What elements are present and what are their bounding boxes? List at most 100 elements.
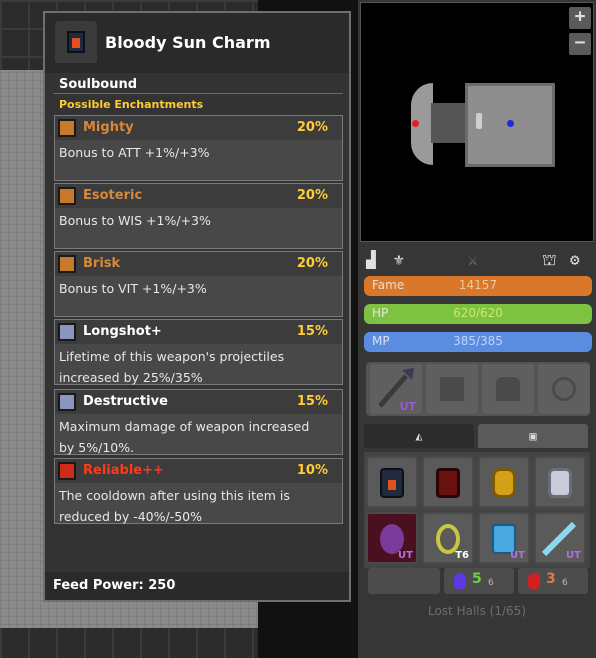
vault-icon[interactable]: ⛫ — [542, 250, 557, 271]
gold-relic-icon — [492, 468, 516, 498]
enchantment-mighty: Mighty 20% Bonus to ATT +1%/+3% — [54, 115, 343, 181]
ability-slot[interactable] — [426, 364, 478, 414]
tooltip-header: Bloody Sun Charm — [45, 13, 349, 73]
tier-tag: UT — [566, 550, 581, 561]
blue-rune-icon — [58, 393, 76, 411]
armor-placeholder-icon — [496, 377, 520, 401]
mana-potion-max: 6 — [488, 578, 494, 588]
inventory-slot-7[interactable]: UT — [478, 512, 530, 564]
inventory-tabs: ◭ ▣ — [364, 424, 590, 450]
enchantment-name: Esoteric — [83, 188, 143, 203]
inventory-slot-4[interactable] — [534, 456, 586, 508]
enchantment-reliable: Reliable++ 10% The cooldown after using … — [54, 458, 343, 524]
enchantment-desc: The cooldown after using this item is — [59, 488, 290, 503]
feed-power: Feed Power: 250 — [45, 572, 349, 600]
enchantment-desc: by 5%/10%. — [59, 440, 135, 455]
backpack-icon: ◭ — [415, 429, 423, 443]
ring-placeholder-icon — [552, 377, 576, 401]
inventory-grid: UT T6 UT UT — [364, 452, 590, 568]
enchantment-desc: Bonus to VIT +1%/+3% — [59, 281, 207, 296]
player-marker — [507, 120, 514, 127]
possible-enchantments-label: Possible Enchantments — [59, 98, 204, 111]
tier-tag: UT — [398, 550, 413, 561]
minimap-corridor — [431, 103, 469, 143]
inventory-slot-5[interactable]: UT — [366, 512, 418, 564]
inventory-slot-1[interactable] — [366, 456, 418, 508]
stats-icon[interactable]: ▟ — [366, 250, 376, 269]
minimap[interactable]: + − — [360, 2, 594, 242]
enchantment-brisk: Brisk 20% Bonus to VIT +1%/+3% — [54, 251, 343, 317]
mp-bar: MP 385/385 — [364, 332, 592, 352]
charm-item-icon — [380, 468, 404, 498]
ring-slot[interactable] — [538, 364, 590, 414]
tab-inventory[interactable]: ◭ — [364, 424, 474, 448]
inventory-slot-3[interactable] — [478, 456, 530, 508]
mp-value: 385/385 — [453, 334, 503, 348]
location-label: Lost Halls (1/65) — [427, 604, 526, 618]
portal-marker — [476, 113, 482, 129]
weapon-tier-tag: UT — [399, 400, 416, 413]
divider — [53, 93, 343, 94]
enchantment-chance: 20% — [296, 188, 328, 203]
chest-icon: ▣ — [529, 429, 537, 443]
tab-backpack[interactable]: ▣ — [478, 424, 588, 448]
hp-bar: HP 620/620 — [364, 304, 592, 324]
enchantment-chance: 20% — [296, 256, 328, 271]
weapon-slot[interactable]: UT — [370, 364, 422, 414]
tier-tag: UT — [510, 550, 525, 561]
enchantment-name: Mighty — [83, 120, 134, 135]
hp-value: 620/620 — [453, 306, 503, 320]
enchantment-chance: 20% — [296, 120, 328, 135]
health-potion-slot[interactable]: 3 6 — [518, 568, 588, 594]
enchantment-name: Reliable++ — [83, 463, 164, 478]
feed-power-label: Feed Power: 250 — [53, 578, 176, 593]
zoom-out-button[interactable]: − — [569, 33, 591, 55]
item-title: Bloody Sun Charm — [105, 33, 271, 52]
orange-rune-icon — [58, 255, 76, 273]
silver-vial-icon — [548, 468, 572, 498]
settings-gear-icon[interactable]: ⚙ — [570, 250, 580, 269]
mana-potion-count: 5 — [472, 571, 482, 587]
orange-rune-icon — [58, 187, 76, 205]
toolbar: ▟ ⚜ ⚔ ⛫ ⚙ — [358, 246, 596, 272]
enchantment-desc: reduced by -40%/-50% — [59, 509, 202, 524]
enchantment-chance: 10% — [296, 463, 328, 478]
potion-bar: 5 6 3 6 — [368, 568, 588, 594]
enchantment-destructive: Destructive 15% Maximum damage of weapon… — [54, 389, 343, 455]
guild-icon[interactable]: ⚜ — [394, 250, 404, 269]
enchantment-longshot: Longshot+ 15% Lifetime of this weapon's … — [54, 319, 343, 385]
blue-potion-icon — [454, 573, 466, 589]
tier-tag: T6 — [455, 550, 469, 561]
inventory-slot-8[interactable]: UT — [534, 512, 586, 564]
enchantment-desc: Bonus to WIS +1%/+3% — [59, 213, 211, 228]
fame-bar: Fame 14157 — [364, 276, 592, 296]
inventory-slot-6[interactable]: T6 — [422, 512, 474, 564]
enemy-marker — [412, 120, 419, 127]
mana-potion-slot[interactable]: 5 6 — [444, 568, 514, 594]
orange-rune-icon — [58, 119, 76, 137]
blue-rune-icon — [58, 323, 76, 341]
enchantment-name: Destructive — [83, 394, 168, 409]
sword-icon[interactable]: ⚔ — [468, 250, 478, 269]
equipment-bar: UT — [366, 362, 590, 416]
armor-slot[interactable] — [482, 364, 534, 414]
ability-placeholder-icon — [440, 377, 464, 401]
side-panel: + − ▟ ⚜ ⚔ ⛫ ⚙ Fame 14157 HP 620/620 MP 3… — [358, 0, 596, 658]
enchantment-desc: Maximum damage of weapon increased — [59, 419, 310, 434]
red-tome-icon — [436, 468, 460, 498]
red-potion-icon — [528, 573, 540, 589]
inventory-slot-2[interactable] — [422, 456, 474, 508]
enchantment-name: Brisk — [83, 256, 121, 271]
enchantment-name: Longshot+ — [83, 324, 162, 339]
fame-value: 14157 — [458, 278, 498, 292]
health-potion-count: 3 — [546, 571, 556, 587]
enchantment-desc: Bonus to ATT +1%/+3% — [59, 145, 210, 160]
soulbound-label: Soulbound — [59, 77, 138, 92]
item-tooltip: Bloody Sun Charm Soulbound Possible Ench… — [43, 11, 351, 602]
quickslot-empty[interactable] — [368, 568, 440, 594]
charm-item-icon — [55, 21, 97, 63]
enchantment-chance: 15% — [296, 394, 328, 409]
zoom-in-button[interactable]: + — [569, 7, 591, 29]
red-rune-icon — [58, 462, 76, 480]
enchantment-desc: increased by 25%/35% — [59, 370, 203, 385]
